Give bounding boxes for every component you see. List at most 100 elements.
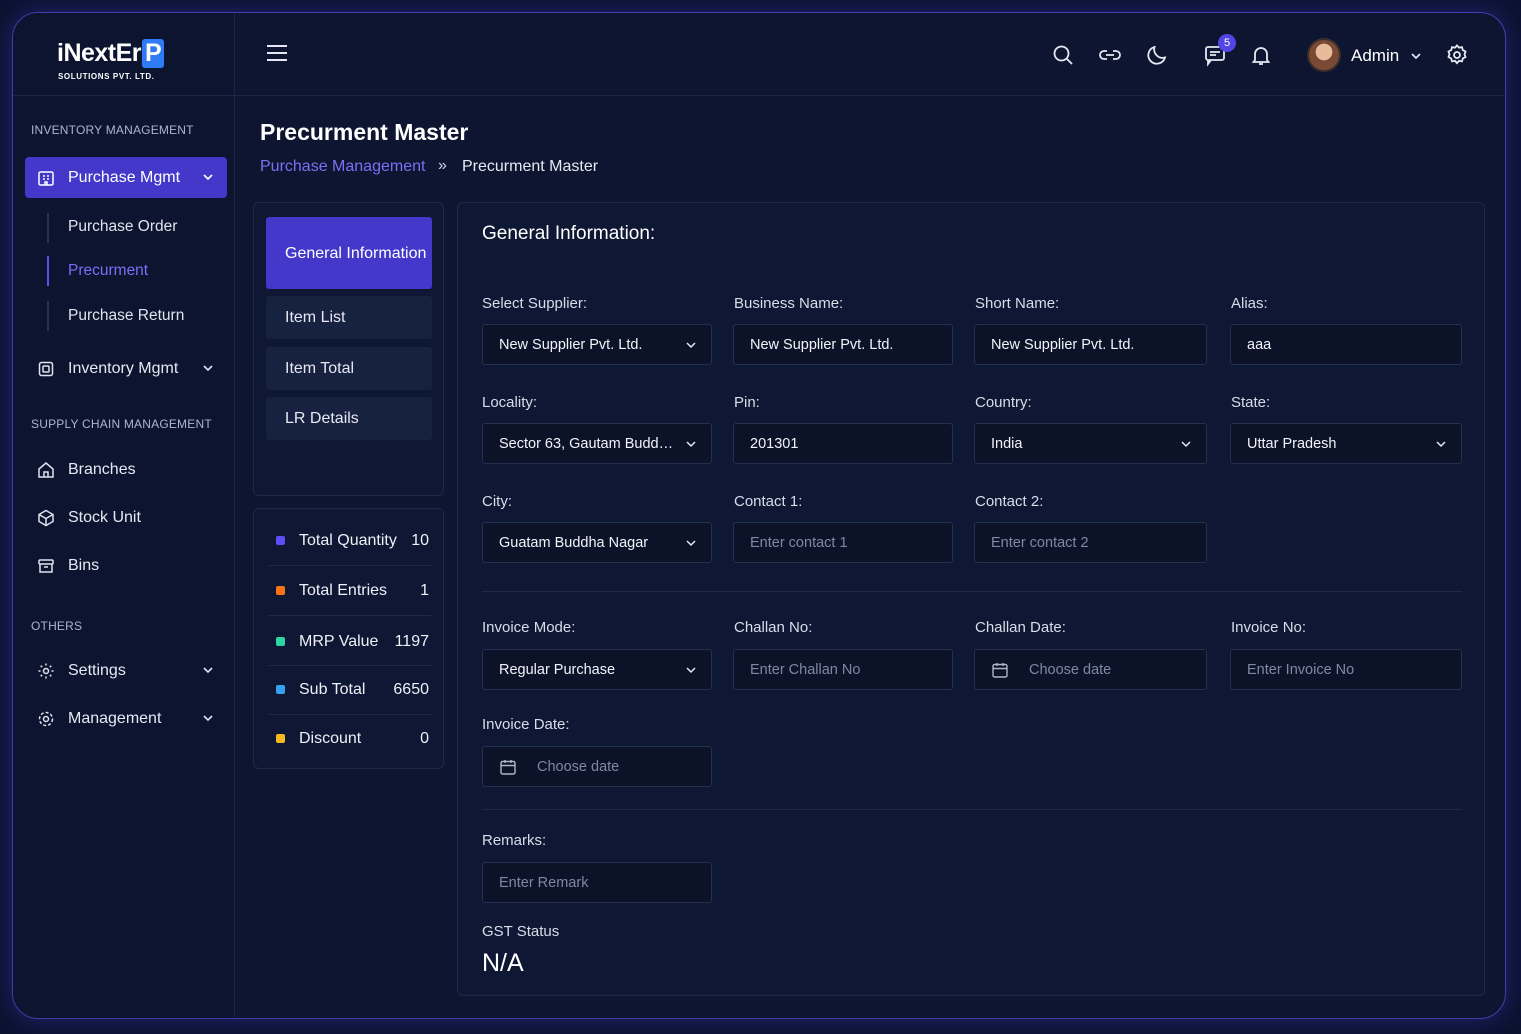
sidebar-item-management[interactable]: Management: [25, 698, 227, 739]
city-dropdown[interactable]: Guatam Buddha Nagar: [482, 522, 712, 563]
sidebar-item-label: Settings: [68, 661, 126, 679]
box-icon: [37, 360, 55, 378]
invoice-no-input[interactable]: Enter Invoice No: [1230, 649, 1462, 690]
app-window: iNextEr P SOLUTIONS PVT. LTD. INVENTORY M…: [12, 12, 1506, 1019]
moon-icon[interactable]: [1145, 43, 1169, 67]
sidebar-item-label: Inventory Mgmt: [68, 359, 179, 377]
sidebar-item-settings[interactable]: Settings: [25, 650, 227, 691]
short-name-label: Short Name:: [975, 295, 1060, 312]
status-dot: [276, 637, 285, 646]
chevron-down-icon: [203, 174, 213, 181]
bell-icon[interactable]: [1249, 43, 1273, 67]
gear-icon[interactable]: [1445, 43, 1469, 67]
challan-no-input[interactable]: Enter Challan No: [733, 649, 953, 690]
contact2-input[interactable]: Enter contact 2: [974, 522, 1207, 563]
archive-icon: [37, 557, 55, 575]
gst-status-label: GST Status: [482, 923, 560, 940]
chevron-down-icon[interactable]: [1409, 49, 1423, 63]
summary-discount: Discount 0: [254, 714, 443, 763]
sidebar-item-bins[interactable]: Bins: [25, 545, 227, 586]
locality-dropdown[interactable]: Sector 63, Gautam Buddha N...: [482, 423, 712, 464]
tab-item-list[interactable]: Item List: [266, 296, 432, 339]
gear-icon: [37, 662, 55, 680]
remarks-label: Remarks:: [482, 832, 547, 849]
cube-icon: [37, 509, 55, 527]
chevron-down-icon: [686, 539, 696, 546]
sidebar-item-branches[interactable]: Branches: [25, 449, 227, 490]
sidebar-item-precurment[interactable]: Precurment: [68, 262, 148, 280]
contact1-input[interactable]: Enter contact 1: [733, 522, 953, 563]
building-icon: [37, 169, 55, 187]
sidebar-item-label: Branches: [68, 460, 136, 478]
form-panel: General Information: Select Supplier: Ne…: [457, 202, 1485, 996]
challan-date-label: Challan Date:: [975, 619, 1066, 636]
chevron-down-icon: [686, 341, 696, 348]
form-title: General Information:: [482, 223, 656, 244]
submenu-line: [47, 301, 49, 331]
sidebar-item-stock-unit[interactable]: Stock Unit: [25, 497, 227, 538]
chevron-down-icon: [203, 365, 213, 372]
state-dropdown[interactable]: Uttar Pradesh: [1230, 423, 1462, 464]
invoice-date-picker[interactable]: Choose date: [482, 746, 712, 787]
gst-status-value: N/A: [482, 949, 524, 977]
sidebar-item-inventory-mgmt[interactable]: Inventory Mgmt: [25, 348, 227, 389]
sidebar-item-purchase-order[interactable]: Purchase Order: [68, 218, 177, 236]
menu-icon[interactable]: [265, 43, 289, 63]
challan-date-picker[interactable]: Choose date: [974, 649, 1207, 690]
status-dot: [276, 536, 285, 545]
tab-lr-details[interactable]: LR Details: [266, 397, 432, 440]
short-name-field[interactable]: New Supplier Pvt. Ltd.: [974, 324, 1207, 365]
select-supplier-label: Select Supplier:: [482, 295, 588, 312]
breadcrumb-separator: »: [438, 157, 447, 174]
sidebar-item-label: Management: [68, 709, 162, 727]
pin-field[interactable]: 201301: [733, 423, 953, 464]
remarks-input[interactable]: Enter Remark: [482, 862, 712, 903]
summary-mrp-value: MRP Value 1197: [254, 617, 443, 666]
summary-panel: Total Quantity 10 Total Entries 1 MRP Va…: [253, 508, 444, 769]
tab-item-total[interactable]: Item Total: [266, 347, 432, 390]
alias-field[interactable]: aaa: [1230, 324, 1462, 365]
link-icon[interactable]: [1098, 43, 1122, 67]
user-name[interactable]: Admin: [1351, 46, 1399, 66]
breadcrumb-current: Precurment Master: [462, 158, 599, 175]
status-dot: [276, 586, 285, 595]
breadcrumb-parent[interactable]: Purchase Management: [260, 158, 425, 176]
top-header: 5 Admin: [235, 13, 1505, 96]
divider: [482, 591, 1462, 592]
locality-label: Locality:: [482, 394, 538, 411]
chevron-down-icon: [686, 666, 696, 673]
divider: [268, 615, 431, 616]
calendar-icon: [992, 662, 1008, 678]
sidebar-item-purchase-mgmt[interactable]: Purchase Mgmt: [25, 157, 227, 198]
city-label: City:: [482, 493, 512, 510]
summary-total-entries: Total Entries 1: [254, 566, 443, 615]
notification-badge: 5: [1218, 34, 1236, 52]
invoice-mode-dropdown[interactable]: Regular Purchase: [482, 649, 712, 690]
section-title-inventory: INVENTORY MANAGEMENT: [31, 123, 194, 137]
search-icon[interactable]: [1051, 43, 1075, 67]
sidebar: iNextEr P SOLUTIONS PVT. LTD. INVENTORY M…: [13, 13, 235, 1018]
invoice-no-label: Invoice No:: [1231, 619, 1307, 636]
tab-general-information[interactable]: General Information: [266, 217, 432, 289]
avatar[interactable]: [1307, 38, 1341, 72]
chevron-down-icon: [1181, 440, 1191, 447]
logo[interactable]: iNextEr P SOLUTIONS PVT. LTD.: [13, 13, 234, 96]
business-name-label: Business Name:: [734, 295, 844, 312]
invoice-mode-label: Invoice Mode:: [482, 619, 576, 636]
challan-no-label: Challan No:: [734, 619, 813, 636]
pin-label: Pin:: [734, 394, 760, 411]
chevron-down-icon: [203, 715, 213, 722]
status-dot: [276, 734, 285, 743]
sidebar-item-purchase-return[interactable]: Purchase Return: [68, 307, 184, 325]
select-supplier-dropdown[interactable]: New Supplier Pvt. Ltd.: [482, 324, 712, 365]
business-name-field[interactable]: New Supplier Pvt. Ltd.: [733, 324, 953, 365]
summary-sub-total: Sub Total 6650: [254, 665, 443, 714]
country-dropdown[interactable]: India: [974, 423, 1207, 464]
country-label: Country:: [975, 394, 1032, 411]
tab-panel: General Information Item List Item Total…: [253, 202, 444, 496]
chevron-down-icon: [203, 667, 213, 674]
divider: [482, 809, 1462, 810]
calendar-icon: [500, 759, 516, 775]
home-icon: [37, 461, 55, 479]
chevron-down-icon: [686, 440, 696, 447]
